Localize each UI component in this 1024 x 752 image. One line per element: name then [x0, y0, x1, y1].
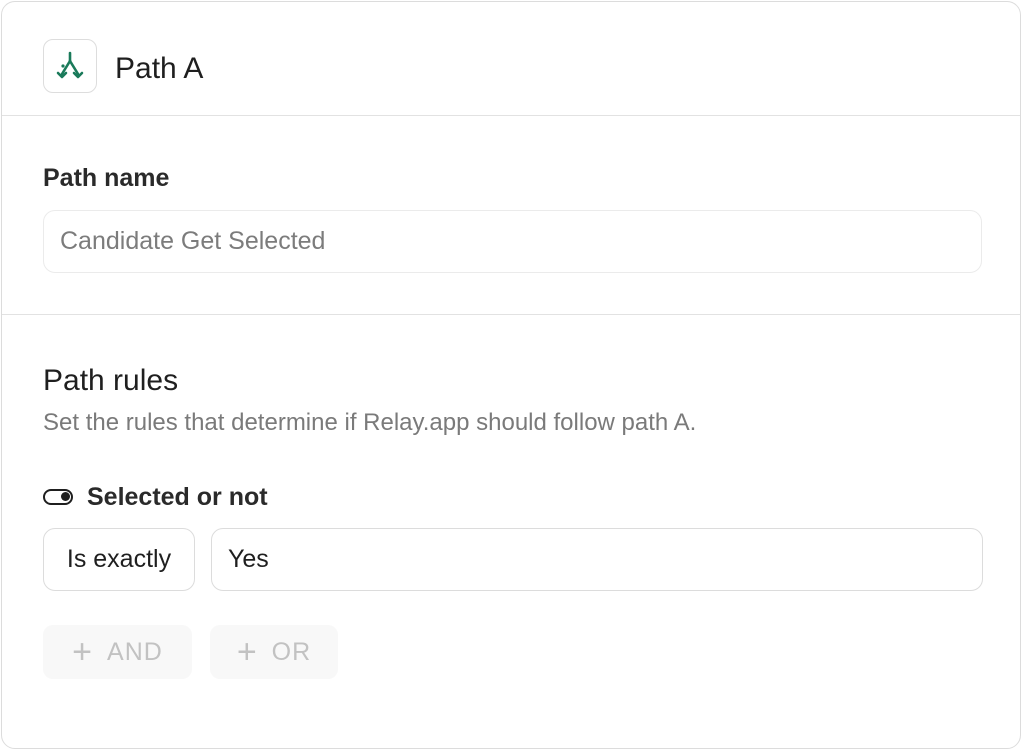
path-name-section: Path name: [2, 116, 1020, 315]
path-rules-description: Set the rules that determine if Relay.ap…: [43, 409, 697, 436]
rule-operator-select[interactable]: Is exactly: [43, 528, 195, 591]
toggle-icon: [43, 489, 73, 505]
add-or-button[interactable]: + OR: [210, 625, 338, 679]
path-rules-title: Path rules: [43, 364, 179, 397]
rule-value-input[interactable]: Yes: [211, 528, 983, 591]
page-title: Path A: [115, 52, 204, 85]
rule-field-label: Selected or not: [43, 481, 268, 513]
path-name-input[interactable]: [43, 210, 982, 273]
path-split-icon: [43, 39, 97, 93]
plus-icon: +: [236, 633, 258, 671]
add-and-label: AND: [107, 637, 163, 666]
add-or-label: OR: [271, 637, 312, 666]
path-split-icon-svg: [56, 51, 84, 79]
path-rules-section: Path rules Set the rules that determine …: [2, 315, 1020, 748]
panel-header: Path A: [2, 2, 1020, 116]
path-settings-panel: Path A Path name Path rules Set the rule…: [1, 1, 1021, 749]
rule-field-name: Selected or not: [87, 482, 268, 511]
path-name-label: Path name: [43, 164, 170, 192]
plus-icon: +: [72, 633, 94, 671]
add-and-button[interactable]: + AND: [43, 625, 192, 679]
